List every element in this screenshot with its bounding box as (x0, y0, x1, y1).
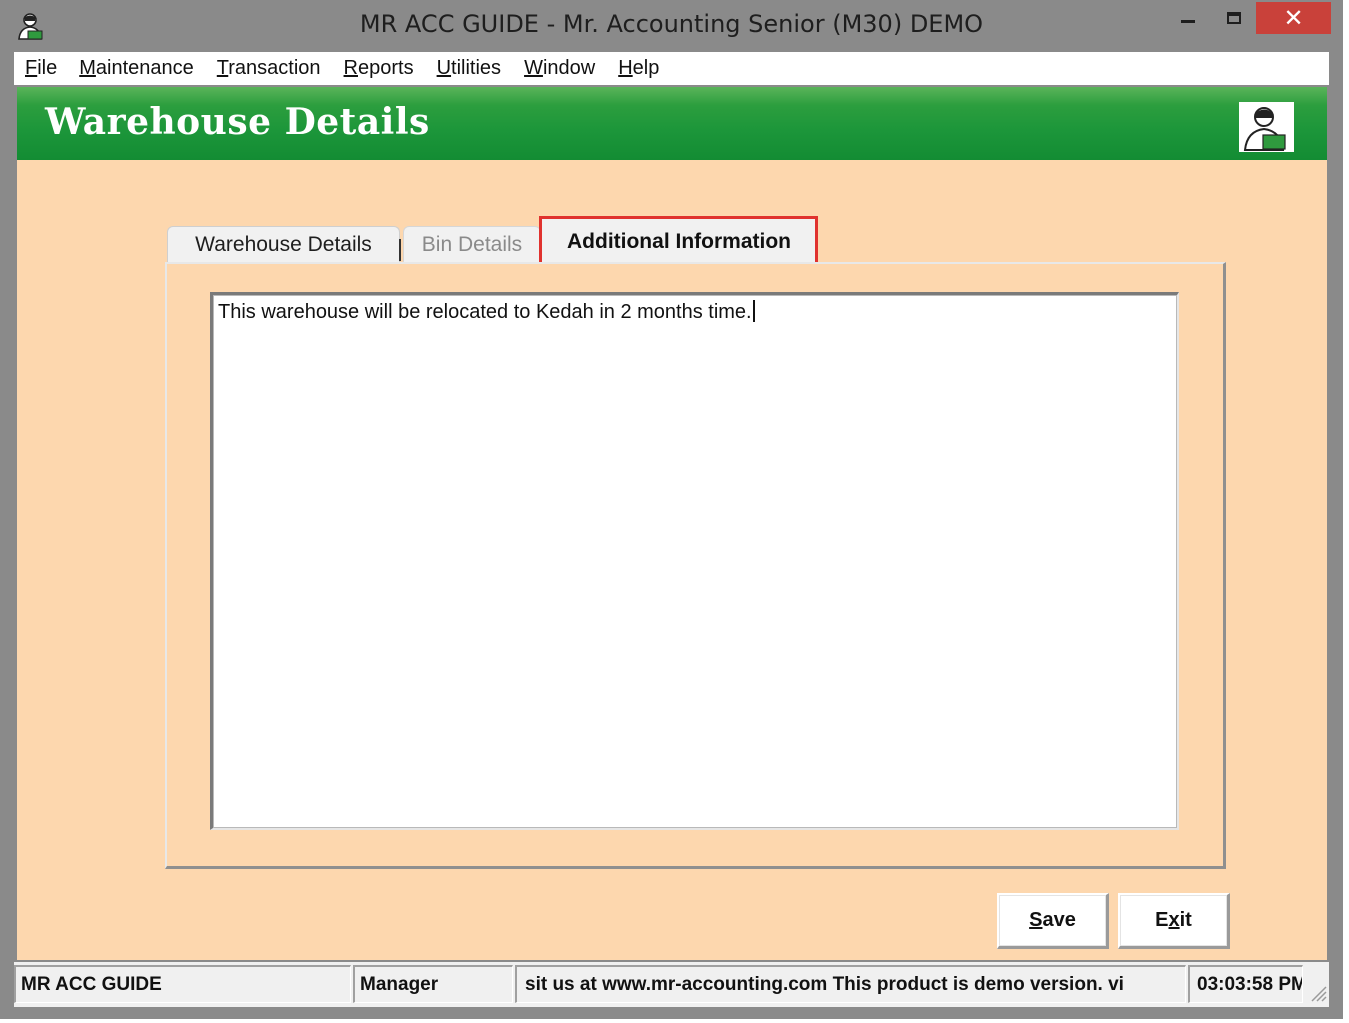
menu-reports[interactable]: Reports (344, 57, 414, 80)
tab-bin-details[interactable]: Bin Details (403, 226, 541, 263)
status-user: Manager (353, 965, 513, 1003)
app-window: MR ACC GUIDE - Mr. Accounting Senior (M3… (0, 0, 1343, 1019)
tab-label: Warehouse Details (195, 233, 372, 256)
maximize-button[interactable] (1212, 2, 1256, 34)
save-button[interactable]: Save (997, 893, 1109, 949)
status-message: sit us at www.mr-accounting.com This pro… (515, 965, 1186, 1003)
client-area: Warehouse Details Warehouse Details Bin … (17, 87, 1327, 960)
status-bar: MR ACC GUIDE Manager sit us at www.mr-ac… (14, 962, 1329, 1007)
additional-info-textarea[interactable]: This warehouse will be relocated to Keda… (210, 292, 1179, 830)
maximize-icon (1227, 12, 1241, 24)
menu-bar: File Maintenance Transaction Reports Uti… (14, 52, 1329, 85)
close-icon: ✕ (1283, 4, 1304, 32)
highlight-frame (539, 216, 818, 267)
textarea-border (213, 295, 1177, 828)
tab-label: Bin Details (421, 233, 523, 256)
menu-help[interactable]: Help (618, 57, 659, 80)
accountant-logo-icon (1239, 102, 1294, 152)
menu-utilities[interactable]: Utilities (437, 57, 501, 80)
minimize-icon (1181, 19, 1195, 23)
menu-file[interactable]: File (25, 57, 57, 80)
additional-info-text: This warehouse will be relocated to Keda… (218, 300, 755, 324)
exit-button[interactable]: Ex it (1118, 893, 1230, 949)
window-title: MR ACC GUIDE - Mr. Accounting Senior (M3… (359, 10, 984, 38)
status-company: MR ACC GUIDE (14, 965, 351, 1003)
form-header: Warehouse Details (17, 87, 1327, 160)
resize-grip-icon[interactable] (1307, 982, 1327, 1002)
close-button[interactable]: ✕ (1256, 2, 1331, 34)
status-time: 03:03:58 PM (1188, 965, 1303, 1003)
form-title: Warehouse Details (45, 101, 430, 143)
menu-transaction[interactable]: Transaction (217, 57, 321, 80)
menu-maintenance[interactable]: Maintenance (79, 57, 194, 80)
title-bar[interactable]: MR ACC GUIDE - Mr. Accounting Senior (M3… (0, 0, 1343, 52)
text-caret (752, 300, 755, 322)
menu-window[interactable]: Window (524, 57, 595, 80)
tab-warehouse-details[interactable]: Warehouse Details (167, 226, 400, 263)
tab-separator (399, 239, 401, 261)
minimize-button[interactable] (1166, 2, 1210, 34)
